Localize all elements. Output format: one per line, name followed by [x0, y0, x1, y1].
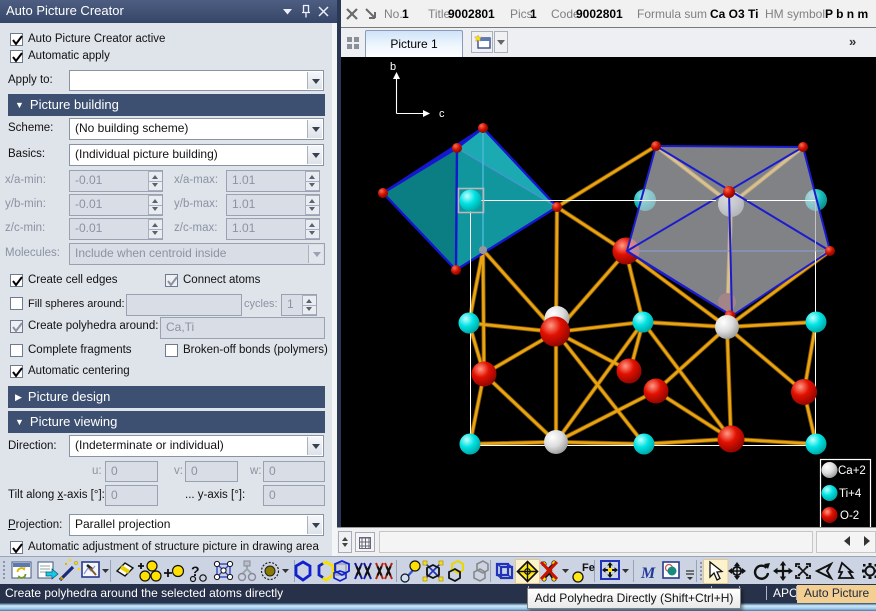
svg-text:O-2: O-2 — [840, 510, 859, 522]
svg-text:Ti+4: Ti+4 — [839, 488, 862, 500]
svg-text:b: b — [390, 61, 396, 73]
svg-text:Ca+2: Ca+2 — [838, 465, 866, 477]
svg-text:M: M — [640, 565, 656, 582]
svg-text:c: c — [439, 108, 445, 120]
svg-text:Fe: Fe — [582, 562, 595, 574]
